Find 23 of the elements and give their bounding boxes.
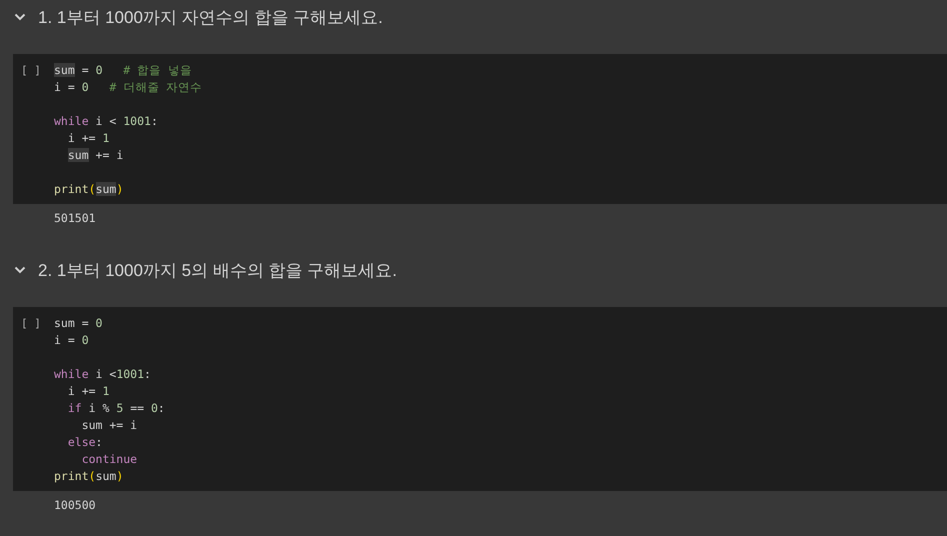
cell-output: 501501 [54,211,96,225]
chevron-icon[interactable] [14,13,26,21]
code-line: i = 0 [54,332,89,349]
section-heading: 1. 1부터 1000까지 자연수의 합을 구해보세요. [38,6,383,28]
code-line: continue [82,451,138,468]
code-line: if i % 5 == 0: [68,400,165,417]
code-line: i += 1 [68,383,110,400]
code-line: sum += i [82,417,138,434]
cell-output: 100500 [54,498,96,512]
code-line: i = 0 # 더해줄 자연수 [54,79,202,96]
code-line: i += 1 [68,130,110,147]
chevron-icon[interactable] [14,266,26,274]
run-marker[interactable]: [ ] [13,315,54,332]
code-line: sum = 0 [54,315,102,332]
code-line: while i <1001: [54,366,151,383]
code-line: sum = 0 # 합을 넣을 [54,62,192,79]
code-line: sum += i [68,147,124,164]
code-line: print(sum) [54,181,124,198]
code-line: print(sum) [54,468,124,485]
section-heading: 2. 1부터 1000까지 5의 배수의 합을 구해보세요. [38,260,397,282]
run-marker[interactable]: [ ] [13,62,54,79]
code-line: else: [68,434,102,451]
code-line: while i < 1001: [54,113,158,130]
